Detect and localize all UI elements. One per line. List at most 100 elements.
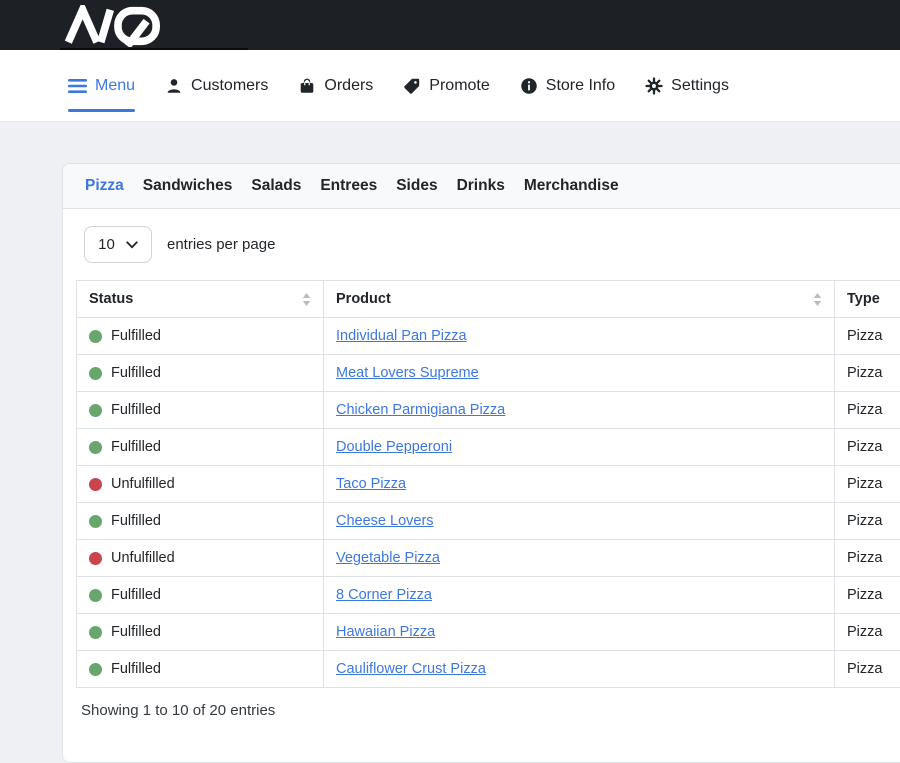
table-row: Fulfilled 8 Corner Pizza Pizza [77,577,900,614]
tab-pizza[interactable]: Pizza [85,177,124,195]
status-label: Fulfilled [111,365,161,381]
type-cell: Pizza [835,614,900,651]
aiq-logo-icon [64,5,170,47]
tab-entrees[interactable]: Entrees [320,177,377,195]
page-size-value: 10 [98,236,115,253]
status-cell: Fulfilled [77,318,324,355]
type-label: Pizza [847,365,882,381]
tab-merchandise[interactable]: Merchandise [524,177,619,195]
table-row: Fulfilled Cauliflower Crust Pizza Pizza [77,651,900,688]
status-dot-icon [89,441,102,454]
page-size-row: 10 entries per page [84,226,900,263]
status-label: Fulfilled [111,402,161,418]
nav-item-label: Orders [324,77,373,95]
nav-item-label: Menu [95,77,135,95]
nav-item-settings[interactable]: Settings [645,77,729,95]
status-dot-icon [89,367,102,380]
status-label: Fulfilled [111,439,161,455]
status-dot-icon [89,404,102,417]
product-link[interactable]: Double Pepperoni [336,439,452,455]
tab-drinks[interactable]: Drinks [457,177,505,195]
product-link[interactable]: Cheese Lovers [336,513,434,529]
status-cell: Unfulfilled [77,466,324,503]
table-row: Fulfilled Meat Lovers Supreme Pizza [77,355,900,392]
product-cell: Taco Pizza [324,466,835,503]
type-cell: Pizza [835,466,900,503]
status-dot-icon [89,626,102,639]
product-cell: Meat Lovers Supreme [324,355,835,392]
table-row: Fulfilled Double Pepperoni Pizza [77,429,900,466]
nav-item-label: Promote [429,77,489,95]
product-link[interactable]: Taco Pizza [336,476,406,492]
table-row: Fulfilled Cheese Lovers Pizza [77,503,900,540]
nav-item-store-info[interactable]: Store Info [520,77,615,95]
table-row: Fulfilled Chicken Parmigiana Pizza Pizza [77,392,900,429]
column-header-product[interactable]: Product [324,281,835,318]
type-cell: Pizza [835,318,900,355]
product-link[interactable]: Hawaiian Pizza [336,624,435,640]
column-header-status[interactable]: Status [77,281,324,318]
status-dot-icon [89,552,102,565]
product-cell: 8 Corner Pizza [324,577,835,614]
bag-icon [298,77,316,95]
product-link[interactable]: Meat Lovers Supreme [336,365,479,381]
type-label: Pizza [847,624,882,640]
status-cell: Fulfilled [77,355,324,392]
nav-item-orders[interactable]: Orders [298,77,373,95]
status-label: Fulfilled [111,513,161,529]
type-cell: Pizza [835,503,900,540]
table-row: Fulfilled Individual Pan Pizza Pizza [77,318,900,355]
product-link[interactable]: Cauliflower Crust Pizza [336,661,486,677]
nav-item-promote[interactable]: Promote [403,77,489,95]
menu-card: Pizza Sandwiches Salads Entrees Sides Drinks M… [62,163,900,763]
nav-item-customers[interactable]: Customers [165,77,268,95]
type-cell: Pizza [835,429,900,466]
sort-icon [813,292,822,307]
tab-sandwiches[interactable]: Sandwiches [143,177,233,195]
column-header-type[interactable]: Type [835,281,900,318]
status-cell: Fulfilled [77,429,324,466]
products-table: Status Product Type Fulfilled Individual… [76,280,900,688]
status-label: Fulfilled [111,661,161,677]
type-cell: Pizza [835,651,900,688]
type-label: Pizza [847,661,882,677]
tab-salads[interactable]: Salads [251,177,301,195]
nav-item-menu[interactable]: Menu [68,77,135,95]
person-icon [165,77,183,95]
product-cell: Vegetable Pizza [324,540,835,577]
card-body: 10 entries per page Status Product Type [63,209,900,719]
status-cell: Fulfilled [77,577,324,614]
info-icon [520,77,538,95]
navbar: Menu Customers Orders Promote Store Info… [0,50,900,122]
type-cell: Pizza [835,540,900,577]
sort-icon [302,292,311,307]
app-header [0,0,900,50]
product-link[interactable]: 8 Corner Pizza [336,587,432,603]
type-cell: Pizza [835,577,900,614]
status-cell: Fulfilled [77,392,324,429]
column-header-label: Type [847,291,880,307]
product-link[interactable]: Chicken Parmigiana Pizza [336,402,505,418]
status-dot-icon [89,589,102,602]
status-cell: Fulfilled [77,503,324,540]
status-label: Unfulfilled [111,550,175,566]
product-cell: Cheese Lovers [324,503,835,540]
table-row: Fulfilled Hawaiian Pizza Pizza [77,614,900,651]
chevron-down-icon [126,241,138,249]
status-label: Unfulfilled [111,476,175,492]
brand-logo[interactable] [64,5,170,47]
product-cell: Individual Pan Pizza [324,318,835,355]
product-link[interactable]: Vegetable Pizza [336,550,440,566]
page-size-select[interactable]: 10 [84,226,152,263]
type-label: Pizza [847,439,882,455]
status-cell: Fulfilled [77,651,324,688]
type-label: Pizza [847,328,882,344]
status-dot-icon [89,663,102,676]
product-cell: Hawaiian Pizza [324,614,835,651]
product-link[interactable]: Individual Pan Pizza [336,328,467,344]
type-label: Pizza [847,476,882,492]
status-label: Fulfilled [111,328,161,344]
type-label: Pizza [847,587,882,603]
table-row: Unfulfilled Vegetable Pizza Pizza [77,540,900,577]
tab-sides[interactable]: Sides [396,177,437,195]
